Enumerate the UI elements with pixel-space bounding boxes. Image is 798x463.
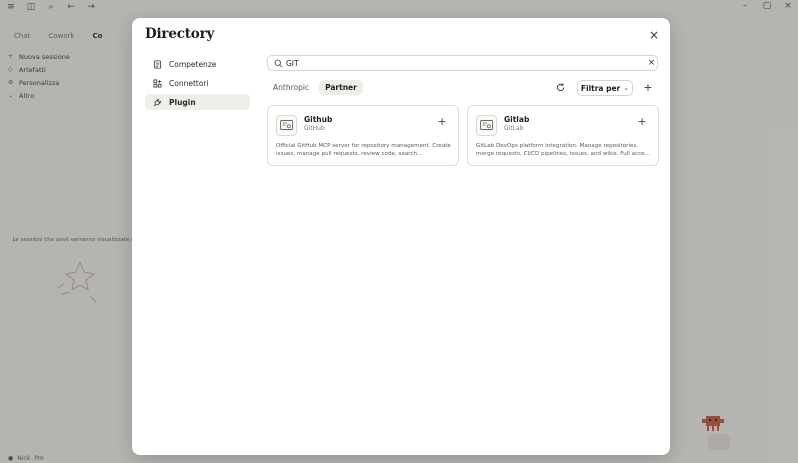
source-tabs: Anthropic Partner [267,80,363,95]
directory-modal: Directory × Competenze Connettori Plugin [132,18,670,455]
chevron-down-icon: ⌄ [623,84,630,92]
plugin-title: Gitlab [504,115,530,124]
nav-item-label: Plugin [169,97,196,107]
plugin-icon [153,98,162,106]
nav-item-label: Connettori [169,78,209,88]
nav-item-skills[interactable]: Competenze [145,56,250,72]
search-box: × [267,55,658,71]
tab-anthropic[interactable]: Anthropic [267,80,315,95]
skills-icon [153,59,162,69]
plugin-icon [276,115,297,136]
plugin-description: GitLab DevOps platform integration. Mana… [476,143,651,157]
nav-item-connectors[interactable]: Connettori [145,75,250,91]
clear-search-icon[interactable]: × [646,57,657,69]
search-input[interactable] [286,56,626,70]
tab-partner[interactable]: Partner [319,80,363,95]
nav-item-plugin[interactable]: Plugin [145,94,250,110]
nav-item-label: Competenze [169,59,217,69]
plugin-cards: Github GitHub + Official GitHub MCP serv… [267,105,659,166]
plugin-title: Github [304,115,333,124]
filter-button-label: Filtra per [580,83,621,93]
refresh-icon[interactable] [555,82,566,93]
plugin-description: Official GitHub MCP server for repositor… [276,143,451,157]
plugin-card-gitlab[interactable]: Gitlab GitLab + GitLab DevOps platform i… [467,105,659,166]
add-plugin-button[interactable]: + [642,81,654,94]
plugin-icon [476,115,497,136]
close-button[interactable]: × [646,27,662,43]
connectors-icon [153,78,162,88]
add-icon[interactable]: + [636,115,648,128]
directory-nav: Competenze Connettori Plugin [145,56,250,113]
plugin-card-github[interactable]: Github GitHub + Official GitHub MCP serv… [267,105,459,166]
plugin-publisher: GitHub [304,125,325,132]
filter-button[interactable]: Filtra per ⌄ [577,80,633,96]
search-icon [274,59,283,68]
add-icon[interactable]: + [436,115,448,128]
modal-title: Directory [145,26,215,42]
plugin-publisher: GitLab [504,125,524,132]
